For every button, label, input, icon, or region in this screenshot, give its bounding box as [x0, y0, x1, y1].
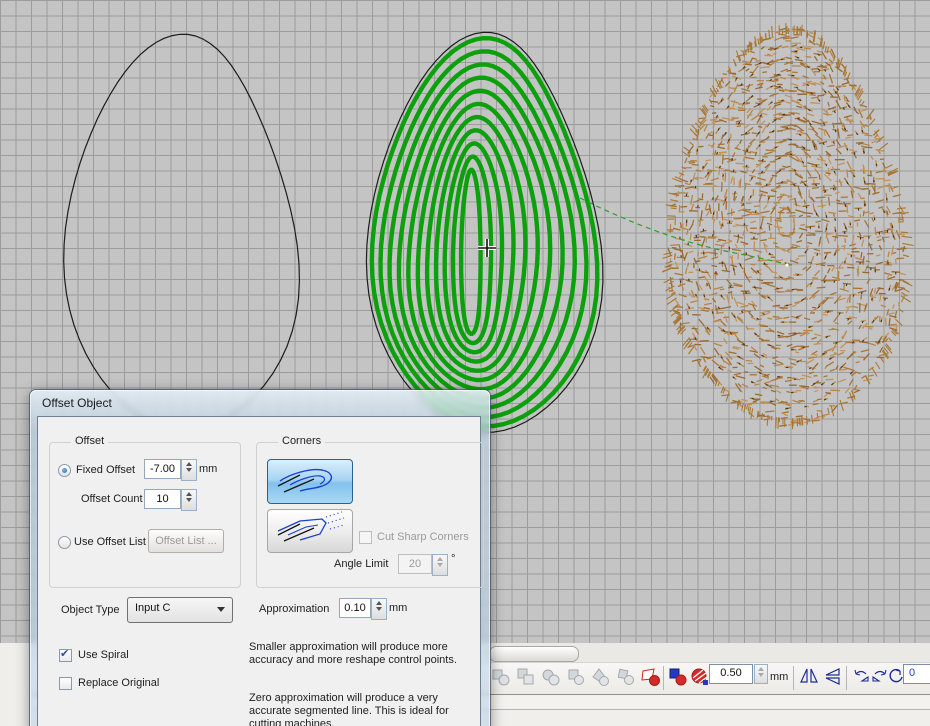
pattern-fill-icon[interactable]	[690, 667, 710, 687]
approximation-label: Approximation	[259, 603, 329, 615]
trim-shape-icon[interactable]	[641, 667, 661, 687]
offset-count-input[interactable]: 10	[144, 489, 181, 509]
angle-limit-unit: °	[451, 553, 455, 565]
offset-count-stepper[interactable]	[181, 489, 197, 511]
round-corners-icon	[268, 460, 350, 501]
shape-op-icon[interactable]	[591, 667, 611, 687]
approximation-unit: mm	[389, 602, 407, 614]
use-offset-list-radio[interactable]	[58, 536, 71, 549]
angle-limit-input[interactable]: 20	[398, 554, 432, 574]
corners-group-label: Corners	[278, 435, 325, 447]
fixed-offset-stepper[interactable]	[181, 459, 197, 481]
horizontal-scrollbar-thumb[interactable]	[489, 646, 579, 662]
approximation-input[interactable]: 0.10	[339, 598, 371, 618]
stitch-offset-stepper[interactable]	[754, 664, 768, 684]
offset-group-label: Offset	[71, 435, 108, 447]
shape-op-icon[interactable]	[616, 667, 636, 687]
rotate-angle-input[interactable]: 0	[903, 664, 930, 684]
sharp-corners-button[interactable]	[267, 509, 353, 553]
use-offset-list-label: Use Offset List	[74, 536, 146, 548]
stitched-shape[interactable]	[662, 23, 913, 429]
replace-original-label: Replace Original	[78, 677, 159, 689]
shape-op-icon[interactable]	[566, 667, 586, 687]
approximation-stepper[interactable]	[371, 598, 387, 620]
app-window: 0.50 mm 0 1 2 0 A=-14 Offset Object Offs…	[0, 0, 930, 726]
outline-shape[interactable]	[64, 34, 300, 430]
spiral-offset-shape[interactable]	[372, 38, 598, 426]
flip-vertical-icon[interactable]	[823, 667, 843, 687]
object-type-combobox[interactable]: Input C	[127, 597, 233, 623]
shape-op-icon[interactable]	[541, 667, 561, 687]
stitch-offset-input[interactable]: 0.50	[709, 664, 753, 684]
angle-limit-stepper[interactable]	[432, 554, 448, 576]
offset-count-label: Offset Count	[81, 493, 143, 505]
offset-list-button[interactable]: Offset List ...	[148, 529, 224, 553]
object-type-value: Input C	[135, 602, 170, 614]
replace-original-checkbox[interactable]	[59, 677, 72, 690]
use-spiral-checkbox[interactable]	[59, 649, 72, 662]
toolbar-separator	[793, 666, 794, 690]
dialog-title: Offset Object	[42, 396, 112, 410]
use-spiral-label: Use Spiral	[78, 649, 129, 661]
fixed-offset-radio[interactable]	[58, 464, 71, 477]
angle-limit-label: Angle Limit	[334, 558, 388, 570]
chevron-down-icon	[217, 607, 225, 612]
toolbar-separator	[663, 666, 664, 690]
cut-sharp-corners-label: Cut Sharp Corners	[377, 531, 469, 543]
fixed-offset-label: Fixed Offset	[76, 464, 135, 476]
dialog-client-area: Offset Fixed Offset -7.00 mm Offset Coun…	[37, 416, 481, 726]
stitch-end-point	[785, 263, 788, 266]
cut-sharp-corners-checkbox[interactable]	[359, 531, 372, 544]
fixed-offset-unit: mm	[199, 463, 217, 475]
palette-sliver: 1 2 0 A=-14	[0, 643, 33, 726]
approximation-help-text-2: Zero approximation will produce a very a…	[249, 692, 481, 726]
stitch-offset-unit: mm	[770, 671, 788, 683]
overlap-objects-icon[interactable]	[668, 667, 688, 687]
toolbar-separator	[846, 666, 847, 690]
round-corners-button[interactable]	[267, 459, 353, 504]
approximation-help-text: Smaller approximation will produce more …	[249, 641, 481, 667]
object-type-label: Object Type	[61, 604, 120, 616]
shape-op-icon[interactable]	[516, 667, 536, 687]
flip-horizontal-icon[interactable]	[799, 667, 819, 687]
offset-object-dialog[interactable]: Offset Object Offset Fixed Offset -7.00 …	[30, 390, 490, 726]
shape-op-icon[interactable]	[491, 667, 511, 687]
fixed-offset-input[interactable]: -7.00	[144, 459, 181, 479]
sharp-corners-icon	[268, 510, 350, 550]
